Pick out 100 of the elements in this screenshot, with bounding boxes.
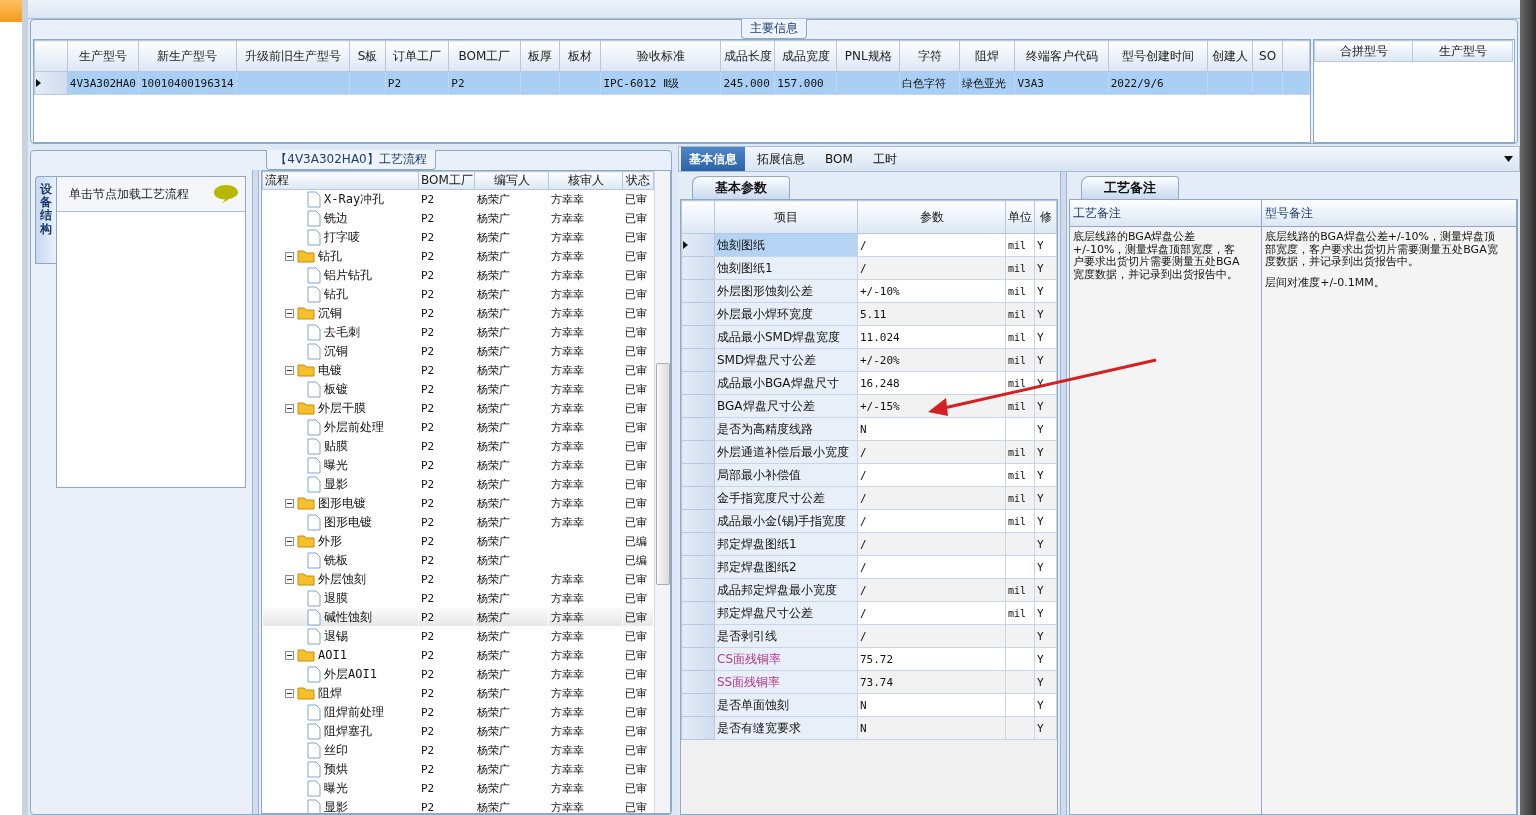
column-header[interactable]: 生产型号 bbox=[67, 40, 139, 72]
table-row[interactable]: 成品最小SMD焊盘宽度 11.024 mil Y bbox=[681, 325, 1057, 349]
column-header[interactable]: 字符 bbox=[899, 40, 960, 72]
node-label: 外层干膜 bbox=[318, 399, 366, 417]
table-row[interactable]: 成品邦定焊盘最小宽度 / mil Y bbox=[681, 578, 1057, 602]
node-label: 碱性蚀刻 bbox=[324, 608, 372, 626]
sub-tab[interactable]: 基本参数 bbox=[692, 176, 790, 199]
table-row[interactable]: 外层图形蚀刻公差 +/-10% mil Y bbox=[681, 279, 1057, 303]
table-row[interactable]: 邦定焊盘图纸1 / Y bbox=[681, 532, 1057, 556]
table-row[interactable]: 外层最小焊环宽度 5.11 mil Y bbox=[681, 302, 1057, 326]
table-cell: / bbox=[857, 624, 1006, 648]
collapse-icon[interactable] bbox=[285, 308, 294, 318]
hint-text: 单击节点加载工艺流程 bbox=[69, 185, 189, 203]
table-cell: / bbox=[857, 256, 1006, 280]
column-header[interactable]: 编写人 bbox=[474, 171, 549, 190]
column-header[interactable]: S板 bbox=[349, 40, 386, 72]
file-icon bbox=[307, 703, 321, 721]
collapse-icon[interactable] bbox=[285, 650, 294, 660]
note-field[interactable]: 底层线路的BGA焊盘公差+/-10%，测量焊盘顶部宽度，客户要求出货切片需要测量五处BGA宽度数据，并记录到出货报告中。 层间对准度+/-0.1MM。 bbox=[1262, 227, 1516, 814]
table-cell: 绿色亚光 bbox=[959, 71, 1015, 95]
collapse-icon[interactable] bbox=[285, 688, 294, 698]
column-header[interactable]: 板材 bbox=[559, 40, 601, 72]
table-cell: mil bbox=[1005, 578, 1035, 602]
column-header[interactable]: 项目 bbox=[714, 200, 858, 234]
collapse-icon[interactable] bbox=[285, 403, 294, 413]
table-cell: 邦定焊盘图纸2 bbox=[714, 555, 858, 579]
table-row[interactable]: 4V3A302HA0 10010400196314 P2 P2 IPC-6012 Ⅱ级 245.000 157.000 白色字符 绿色亚光 V3A3 2022/9/6 bbox=[34, 71, 1310, 95]
node-label: 显影 bbox=[324, 798, 348, 813]
column-header[interactable]: BOM工厂 bbox=[418, 171, 475, 190]
column-header[interactable]: 升级前旧生产型号 bbox=[236, 40, 350, 72]
collapse-icon[interactable] bbox=[285, 536, 294, 546]
sub-tab[interactable]: 工艺备注 bbox=[1081, 176, 1179, 199]
node-label: 丝印 bbox=[324, 741, 348, 759]
column-header[interactable]: 板厚 bbox=[520, 40, 560, 72]
table-row[interactable]: 蚀刻图纸1 / mil Y bbox=[681, 256, 1057, 280]
node-label: 钻孔 bbox=[318, 247, 342, 265]
table-cell: Y bbox=[1034, 693, 1057, 717]
file-icon bbox=[307, 475, 321, 493]
table-row[interactable]: 是否有缝宽要求 N Y bbox=[681, 716, 1057, 740]
table-cell: Y bbox=[1034, 647, 1057, 671]
column-header[interactable]: 创建人 bbox=[1207, 40, 1253, 72]
folder-icon bbox=[297, 363, 315, 377]
column-header[interactable]: 流程 bbox=[262, 171, 419, 190]
table-row[interactable]: 局部最小补偿值 / mil Y bbox=[681, 463, 1057, 487]
table-row[interactable]: CS面残铜率 75.72 Y bbox=[681, 647, 1057, 671]
column-header[interactable]: BOM工厂 bbox=[448, 40, 521, 72]
column-header[interactable]: SO bbox=[1252, 40, 1283, 72]
table-cell: Y bbox=[1034, 716, 1057, 740]
table-row[interactable]: 外层通道补偿后最小宽度 / mil Y bbox=[681, 440, 1057, 464]
vertical-tab[interactable]: 设备结构 bbox=[35, 176, 56, 264]
column-header[interactable]: 型号创建时间 bbox=[1108, 40, 1208, 72]
collapse-icon[interactable] bbox=[285, 251, 294, 261]
column-header[interactable]: 成品长度 bbox=[720, 40, 775, 72]
column-header[interactable]: 新生产型号 bbox=[138, 40, 237, 72]
node-label: 退锡 bbox=[324, 627, 348, 645]
tab[interactable]: 工时 bbox=[864, 147, 905, 171]
collapse-icon[interactable] bbox=[285, 365, 294, 375]
column-header[interactable]: 单位 bbox=[1005, 200, 1035, 234]
table-row[interactable]: 金手指宽度尺寸公差 / mil Y bbox=[681, 486, 1057, 510]
column-header[interactable]: 核审人 bbox=[548, 171, 623, 190]
column-header[interactable]: 阻焊 bbox=[959, 40, 1015, 72]
table-row[interactable]: 是否单面蚀刻 N Y bbox=[681, 693, 1057, 717]
column-header[interactable]: 参数 bbox=[857, 200, 1006, 234]
column-header[interactable]: PNL规格 bbox=[836, 40, 900, 72]
table-cell: mil bbox=[1005, 371, 1035, 395]
table-row[interactable]: 邦定焊盘尺寸公差 / mil Y bbox=[681, 601, 1057, 625]
table-cell: Y bbox=[1034, 624, 1057, 648]
collapse-icon[interactable] bbox=[285, 498, 294, 508]
table-row[interactable]: 是否剥引线 / Y bbox=[681, 624, 1057, 648]
table-row[interactable]: 蚀刻图纸 / mil Y bbox=[681, 233, 1057, 257]
table-cell: P2 bbox=[385, 71, 449, 95]
file-icon bbox=[307, 380, 321, 398]
column-header[interactable]: 成品宽度 bbox=[774, 40, 837, 72]
column-header[interactable]: 合拼型号 bbox=[1314, 40, 1413, 62]
column-header[interactable]: 修 bbox=[1034, 200, 1057, 234]
table-row[interactable]: 邦定焊盘图纸2 / Y bbox=[681, 555, 1057, 579]
node-label: 外层前处理 bbox=[324, 418, 384, 436]
dropdown-icon[interactable] bbox=[1504, 156, 1513, 162]
column-header[interactable]: 生产型号 bbox=[1412, 40, 1513, 62]
note-field[interactable]: 底层线路的BGA焊盘公差+/-10%，测量焊盘顶部宽度，客户要求出货切片需要测量五处BGA宽度数据，并记录到出货报告中。 bbox=[1070, 227, 1262, 814]
table-row[interactable]: 成品最小金(锡)手指宽度 / mil Y bbox=[681, 509, 1057, 533]
table-cell: V3A3 bbox=[1014, 71, 1109, 95]
tab[interactable]: BOM bbox=[817, 147, 861, 171]
table-row[interactable]: SS面残铜率 73.74 Y bbox=[681, 670, 1057, 694]
column-header[interactable]: 终端客户代码 bbox=[1014, 40, 1109, 72]
table-row[interactable]: 是否为高精度线路 N Y bbox=[681, 417, 1057, 441]
table-cell: Y bbox=[1034, 532, 1057, 556]
table-cell: N bbox=[857, 716, 1006, 740]
tab[interactable]: 拓展信息 bbox=[749, 147, 813, 171]
column-header[interactable]: 状态 bbox=[622, 171, 654, 190]
table-cell: mil bbox=[1005, 325, 1035, 349]
collapse-icon[interactable] bbox=[285, 574, 294, 584]
column-header[interactable]: 验收标准 bbox=[600, 40, 721, 72]
table-row[interactable]: SMD焊盘尺寸公差 +/-20% mil Y bbox=[681, 348, 1057, 372]
file-icon bbox=[307, 266, 321, 284]
file-icon bbox=[307, 342, 321, 360]
tab[interactable]: 基本信息 bbox=[681, 147, 745, 171]
scrollbar[interactable] bbox=[654, 171, 670, 813]
node-label: 钻孔 bbox=[324, 285, 348, 303]
column-header[interactable]: 订单工厂 bbox=[385, 40, 449, 72]
